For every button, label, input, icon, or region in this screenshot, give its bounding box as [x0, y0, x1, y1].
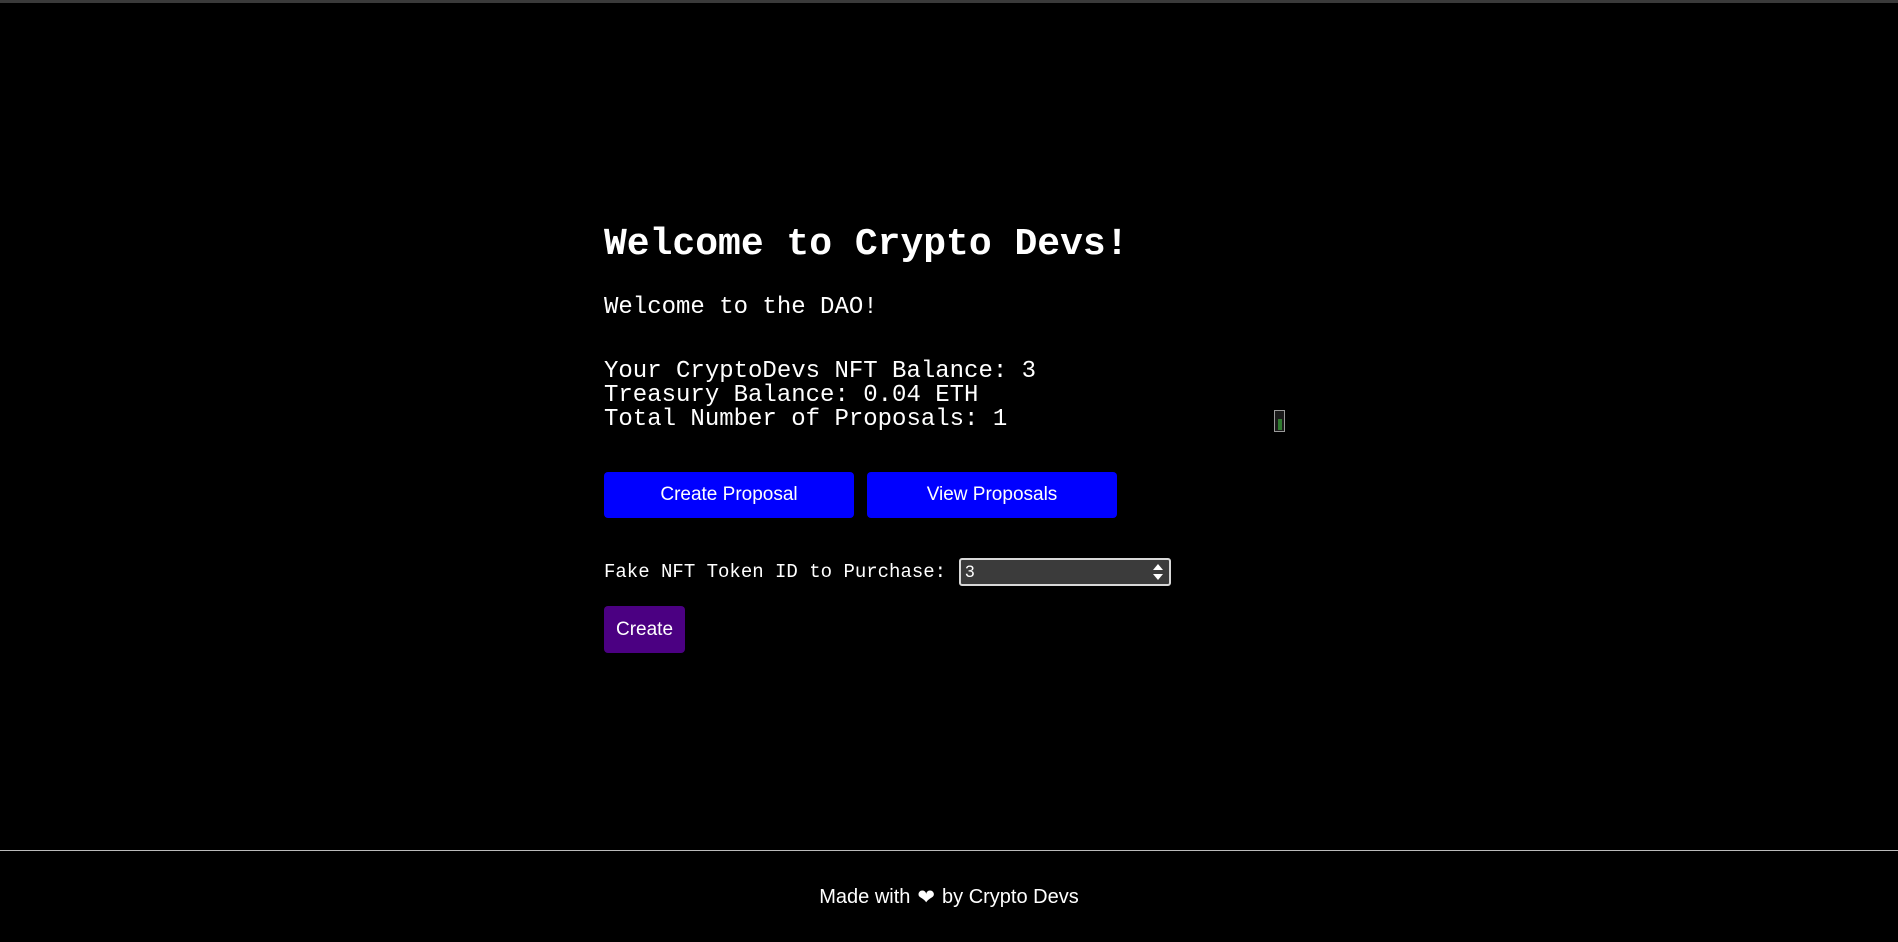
token-id-input[interactable]: 3	[959, 558, 1172, 586]
welcome-text: Welcome to the DAO!	[604, 294, 878, 321]
top-border	[0, 0, 1898, 3]
spinner-up-icon[interactable]	[1153, 564, 1164, 570]
stats-panel: Your CryptoDevs NFT Balance: 3 Treasury …	[604, 360, 1324, 432]
spinner-down-icon[interactable]	[1153, 574, 1164, 580]
nft-balance: Your CryptoDevs NFT Balance: 3	[604, 358, 1037, 385]
spinner-icon[interactable]	[1153, 564, 1164, 580]
heart-icon: ❤	[917, 886, 936, 909]
footer: Made with ❤ by Crypto Devs	[0, 850, 1898, 942]
side-image	[1274, 410, 1285, 432]
create-proposal-button[interactable]: Create Proposal	[604, 472, 854, 518]
treasury-balance: Treasury Balance: 0.04 ETH	[604, 382, 979, 409]
main-content: Welcome to Crypto Devs! Welcome to the D…	[604, 222, 1324, 653]
page-title: Welcome to Crypto Devs!	[604, 223, 1129, 266]
token-id-label: Fake NFT Token ID to Purchase:	[604, 561, 947, 583]
footer-made-with: Made with	[819, 886, 911, 908]
nft-purchase-form: Fake NFT Token ID to Purchase: 3	[604, 558, 1324, 586]
view-proposals-button[interactable]: View Proposals	[867, 472, 1117, 518]
footer-by: by Crypto Devs	[942, 886, 1079, 908]
total-proposals: Total Number of Proposals: 1	[604, 406, 1008, 433]
create-button[interactable]: Create	[604, 606, 685, 653]
action-buttons: Create Proposal View Proposals	[604, 472, 1324, 518]
token-id-value: 3	[965, 562, 975, 581]
